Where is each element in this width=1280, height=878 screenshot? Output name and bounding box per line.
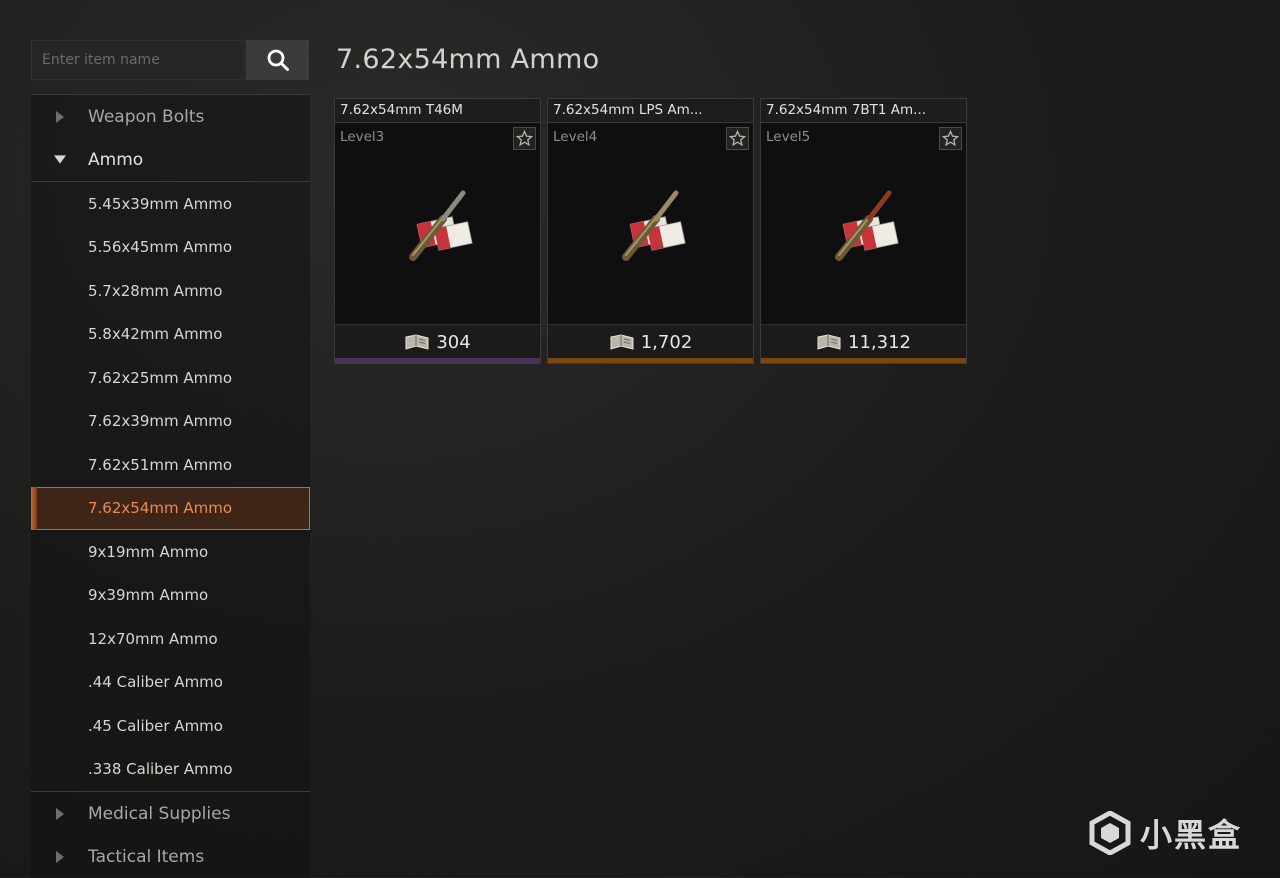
search-input[interactable] <box>32 41 244 79</box>
sidebar-item-label: 7.62x54mm Ammo <box>88 499 233 518</box>
rarity-bar <box>335 358 540 363</box>
sidebar-item-ammo-type[interactable]: 7.62x51mm Ammo <box>31 443 310 487</box>
ammo-subcategory-list: 5.45x39mm Ammo 5.56x45mm Ammo 5.7x28mm Amm… <box>31 182 310 791</box>
expand-arrow-icon <box>54 850 66 863</box>
star-icon <box>729 130 746 147</box>
item-level: Level4 <box>553 129 598 145</box>
collapse-arrow-icon <box>54 154 66 166</box>
item-level: Level5 <box>766 129 811 145</box>
price-bar: 1,702 <box>548 324 753 359</box>
page-title: 7.62x54mm Ammo <box>336 44 600 75</box>
category-weapon-bolts[interactable]: Weapon Bolts <box>31 95 310 138</box>
currency-icon <box>817 334 841 350</box>
sidebar-item-ammo-type[interactable]: 7.62x39mm Ammo <box>31 400 310 444</box>
sidebar-item-label: 7.62x39mm Ammo <box>88 412 233 431</box>
ammo-item-image: x54 <box>622 190 686 261</box>
sidebar-item-label: 5.7x28mm Ammo <box>88 281 223 300</box>
category-label: Weapon Bolts <box>88 106 205 127</box>
item-price: 11,312 <box>848 331 911 353</box>
sidebar-item-ammo-type[interactable]: 9x19mm Ammo <box>31 530 310 574</box>
watermark-text: 小黑盒 <box>1140 816 1243 854</box>
price-bar: 11,312 <box>761 324 966 359</box>
expand-arrow-icon <box>54 110 66 123</box>
sidebar-item-label: .45 Caliber Ammo <box>88 716 223 735</box>
sidebar-item-ammo-type[interactable]: 5.56x45mm Ammo <box>31 226 310 270</box>
star-icon <box>516 130 533 147</box>
category-label: Medical Supplies <box>88 803 231 824</box>
sidebar-item-ammo-type[interactable]: 7.62x25mm Ammo <box>31 356 310 400</box>
ammo-item-image: x54 <box>409 190 473 261</box>
watermark-logo: 小黑盒 <box>1088 810 1242 856</box>
ammo-item-image: x54 <box>835 190 899 261</box>
sidebar-item-label: 5.45x39mm Ammo <box>88 194 233 213</box>
category-label: Ammo <box>88 149 144 170</box>
sidebar-item-label: 9x39mm Ammo <box>88 586 209 605</box>
currency-icon <box>405 334 429 350</box>
category-medical-supplies[interactable]: Medical Supplies <box>31 792 310 835</box>
sidebar-item-ammo-type[interactable]: 5.45x39mm Ammo <box>31 182 310 226</box>
star-icon <box>942 130 959 147</box>
sidebar-item-ammo-type[interactable]: 12x70mm Ammo <box>31 617 310 661</box>
item-card[interactable]: 7.62x54mm LPS Am... Level4 x54 <box>547 98 754 364</box>
sidebar-item-ammo-type[interactable]: 5.8x42mm Ammo <box>31 313 310 357</box>
sidebar-item-label: 12x70mm Ammo <box>88 629 218 648</box>
item-name: 7.62x54mm LPS Am... <box>548 99 753 123</box>
sidebar-item-label: 9x19mm Ammo <box>88 542 209 561</box>
sidebar-item-ammo-type[interactable]: .45 Caliber Ammo <box>31 704 310 748</box>
category-tactical-items[interactable]: Tactical Items <box>31 835 310 878</box>
sidebar-item-ammo-type[interactable]: .44 Caliber Ammo <box>31 661 310 705</box>
sidebar-item-label: 7.62x25mm Ammo <box>88 368 233 387</box>
sidebar-item-label: 5.8x42mm Ammo <box>88 325 223 344</box>
sidebar-item-ammo-type[interactable]: 9x39mm Ammo <box>31 574 310 618</box>
item-name: 7.62x54mm 7BT1 Am... <box>761 99 966 123</box>
category-ammo[interactable]: Ammo <box>31 138 310 181</box>
sidebar-item-label: .44 Caliber Ammo <box>88 673 223 692</box>
sidebar-item-ammo-type[interactable]: 5.7x28mm Ammo <box>31 269 310 313</box>
currency-icon <box>610 334 634 350</box>
price-bar: 304 <box>335 324 540 359</box>
favorite-button[interactable] <box>939 127 962 150</box>
expand-arrow-icon <box>54 807 66 820</box>
favorite-button[interactable] <box>726 127 749 150</box>
sidebar-item-label: 7.62x51mm Ammo <box>88 455 233 474</box>
rarity-bar <box>761 358 966 363</box>
item-card[interactable]: 7.62x54mm T46M Level3 x54 <box>334 98 541 364</box>
rarity-bar <box>548 358 753 363</box>
sidebar-item-label: 5.56x45mm Ammo <box>88 238 233 257</box>
item-price: 304 <box>436 331 471 353</box>
favorite-button[interactable] <box>513 127 536 150</box>
category-label: Tactical Items <box>88 846 205 867</box>
search-icon <box>267 49 289 71</box>
item-card[interactable]: 7.62x54mm 7BT1 Am... Level5 x54 <box>760 98 967 364</box>
item-name: 7.62x54mm T46M <box>335 99 540 123</box>
search-field[interactable] <box>31 40 245 80</box>
category-sidebar: Weapon Bolts Ammo 5.45x39mm Ammo 5.56x45m… <box>31 94 310 878</box>
sidebar-item-ammo-type[interactable]: .338 Caliber Ammo <box>31 748 310 792</box>
search-button[interactable] <box>246 40 309 80</box>
item-level: Level3 <box>340 129 385 145</box>
item-price: 1,702 <box>640 331 693 353</box>
logo-icon <box>1089 811 1131 855</box>
sidebar-item-ammo-type[interactable]: 7.62x54mm Ammo <box>31 486 310 530</box>
sidebar-item-label: .338 Caliber Ammo <box>88 760 233 779</box>
